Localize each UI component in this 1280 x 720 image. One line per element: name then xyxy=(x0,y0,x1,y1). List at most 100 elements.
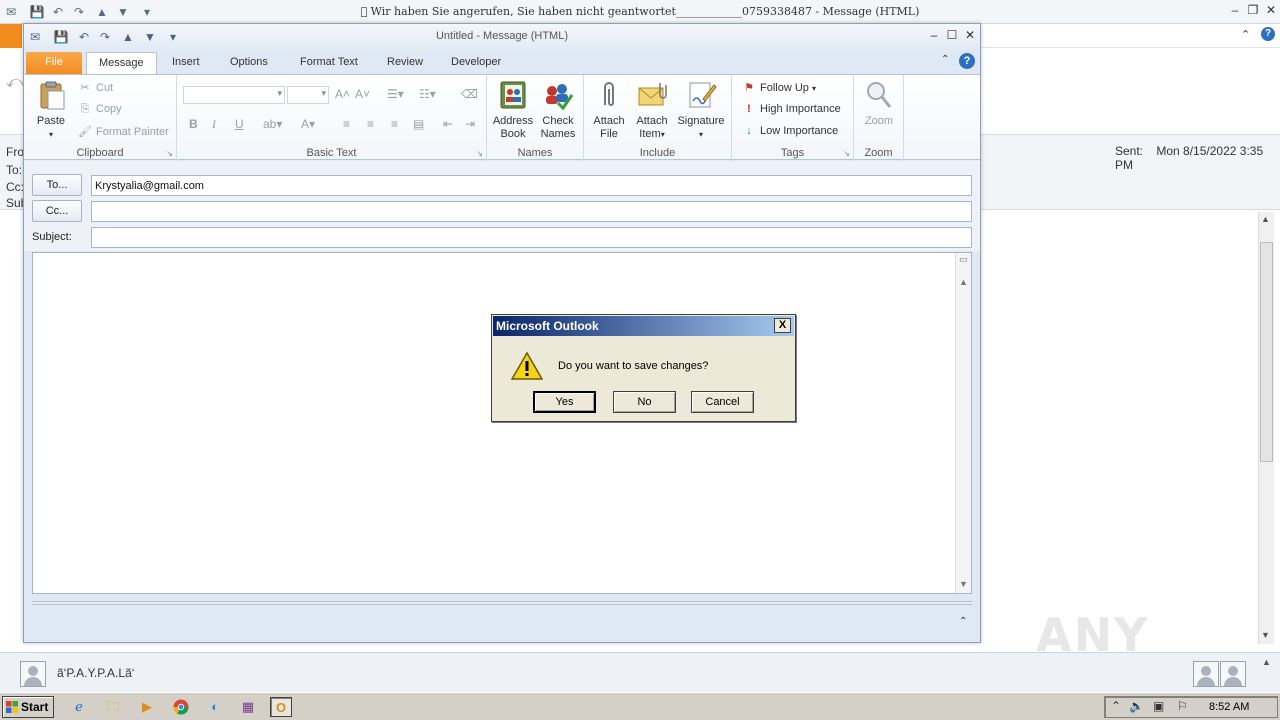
volume-icon[interactable]: 🔈 xyxy=(1129,699,1144,713)
compose-close-icon[interactable]: ✕ xyxy=(961,28,979,42)
align-right-icon[interactable]: ≡ xyxy=(391,117,398,131)
close-icon[interactable]: ✕ xyxy=(1262,3,1280,17)
tab-developer[interactable]: Developer xyxy=(439,52,513,74)
people-pane-toggle-icon[interactable]: ▲ xyxy=(1262,657,1271,667)
restore-icon[interactable]: ❐ xyxy=(1244,3,1262,17)
cancel-button[interactable]: Cancel xyxy=(691,391,754,413)
network-icon[interactable]: ▣ xyxy=(1153,699,1164,713)
copy-button[interactable]: ⎘ Copy xyxy=(78,103,122,116)
basic-text-launcher-icon[interactable]: ↘ xyxy=(476,149,483,158)
signature-button[interactable]: Signature ▾ xyxy=(674,79,728,141)
start-button[interactable]: Start xyxy=(2,696,54,718)
people-avatar-2[interactable] xyxy=(1220,661,1246,687)
dialog-title: Microsoft Outlook xyxy=(496,319,599,333)
minimize-icon[interactable]: – xyxy=(1226,3,1244,17)
follow-up-button[interactable]: ⚑ Follow Up ▾ xyxy=(742,81,816,94)
cc-field[interactable] xyxy=(91,201,972,222)
action-center-flag-icon[interactable]: ⚐ xyxy=(1177,699,1188,713)
to-field[interactable] xyxy=(91,175,972,196)
address-fields: To... Cc... Subject: xyxy=(24,161,980,251)
bold-icon[interactable]: B xyxy=(189,117,198,131)
outlook-taskbar-icon[interactable]: O xyxy=(270,697,292,717)
attach-item-button[interactable]: Attach Item▾ xyxy=(630,79,674,141)
shrink-font-icon[interactable]: A˅ xyxy=(355,87,370,101)
chrome-icon[interactable] xyxy=(170,697,192,717)
tab-format-text[interactable]: Format Text xyxy=(288,52,370,74)
editor-scrollbar[interactable]: ▭ ▲ ▼ xyxy=(955,253,971,593)
collapse-ribbon-icon[interactable]: ⌃ xyxy=(1241,28,1250,41)
to-button[interactable]: To... xyxy=(32,174,82,196)
grow-font-icon[interactable]: A˄ xyxy=(335,87,350,101)
compose-help-icon[interactable]: ? xyxy=(959,53,975,69)
editor-splitter[interactable] xyxy=(32,601,972,605)
winrar-icon[interactable]: ▦ xyxy=(237,697,259,717)
paste-button[interactable]: Paste ▾ xyxy=(30,79,72,141)
scrollbar-thumb[interactable] xyxy=(1260,242,1273,462)
zoom-button[interactable]: Zoom xyxy=(858,79,900,128)
attach-file-label-1: Attach xyxy=(593,115,625,127)
people-avatar-1[interactable] xyxy=(1193,661,1219,687)
help-icon[interactable]: ? xyxy=(1261,27,1275,41)
follow-up-dropdown-icon[interactable]: ▾ xyxy=(812,84,816,93)
compose-minimize-icon[interactable]: – xyxy=(925,28,943,42)
internet-explorer-icon[interactable]: ℯ xyxy=(68,697,90,717)
bullets-icon[interactable]: ☰▾ xyxy=(387,87,404,101)
copy-icon: ⎘ xyxy=(80,103,90,115)
underline-icon[interactable]: U xyxy=(235,117,244,131)
expand-people-pane-icon[interactable]: ⌃ xyxy=(959,616,967,627)
font-name-combo[interactable] xyxy=(183,86,285,104)
cc-button[interactable]: Cc... xyxy=(32,200,82,222)
justify-icon[interactable]: ▤ xyxy=(413,117,424,131)
minimize-ribbon-icon[interactable]: ⌃ xyxy=(941,54,949,65)
tab-insert[interactable]: Insert xyxy=(160,52,212,74)
zoom-group-label: Zoom xyxy=(864,147,893,159)
background-file-tab[interactable] xyxy=(0,24,22,48)
paste-dropdown-icon[interactable]: ▾ xyxy=(49,130,53,139)
yes-button[interactable]: Yes xyxy=(533,391,596,413)
message-body-editor[interactable]: ▭ ▲ ▼ xyxy=(32,252,972,594)
format-painter-button[interactable]: 🖌 Format Painter xyxy=(78,125,169,138)
address-book-button[interactable]: Address Book xyxy=(491,79,535,141)
background-window-title:   Wir haben Sie angerufen, Sie haben nic… xyxy=(360,5,920,18)
background-scrollbar[interactable]: ▲ ▼ xyxy=(1258,212,1274,644)
align-center-icon[interactable]: ≡ xyxy=(367,117,374,131)
dialog-close-button[interactable]: X xyxy=(774,318,791,333)
numbering-icon[interactable]: ☷▾ xyxy=(419,87,436,101)
reply-icon[interactable]: ⤺ xyxy=(6,74,23,92)
attach-item-dropdown-icon[interactable]: ▾ xyxy=(661,130,665,139)
increase-indent-icon[interactable]: ⇥ xyxy=(465,117,475,131)
sent-label: Sent: xyxy=(1115,144,1144,158)
check-names-button[interactable]: Check Names xyxy=(537,79,579,141)
compose-maximize-icon[interactable]: ☐ xyxy=(943,28,961,42)
font-color-icon[interactable]: A▾ xyxy=(301,117,315,131)
tab-message[interactable]: Message xyxy=(86,52,157,75)
sender-avatar[interactable] xyxy=(20,661,46,687)
tray-expand-icon[interactable]: ⌃ xyxy=(1111,699,1121,713)
tab-review[interactable]: Review xyxy=(375,52,435,74)
file-explorer-icon[interactable]: 🗀 xyxy=(102,697,124,717)
highlight-icon[interactable]: ab▾ xyxy=(263,117,282,131)
tags-group-label: Tags xyxy=(780,147,805,159)
attach-file-button[interactable]: Attach File xyxy=(587,79,631,141)
edge-icon[interactable]: ◐ xyxy=(204,697,226,717)
scroll-up-arrow-icon[interactable]: ▲ xyxy=(1261,214,1270,224)
low-importance-button[interactable]: ↓ Low Importance xyxy=(742,125,838,137)
clear-formatting-icon[interactable]: ⌫ xyxy=(461,87,478,101)
font-size-combo[interactable] xyxy=(287,86,329,104)
italic-icon[interactable]: I xyxy=(212,117,216,132)
align-left-icon[interactable]: ≡ xyxy=(343,117,350,131)
tab-file[interactable]: File xyxy=(26,52,82,74)
ruler-toggle-icon[interactable]: ▭ xyxy=(959,254,968,265)
no-button[interactable]: No xyxy=(613,391,676,413)
subject-field[interactable] xyxy=(91,227,972,248)
decrease-indent-icon[interactable]: ⇤ xyxy=(443,117,453,131)
editor-scroll-down-icon[interactable]: ▼ xyxy=(959,579,968,589)
high-importance-button[interactable]: ! High Importance xyxy=(742,103,841,115)
signature-dropdown-icon[interactable]: ▾ xyxy=(699,130,703,139)
cut-button[interactable]: ✂ Cut xyxy=(78,81,113,94)
editor-scroll-up-icon[interactable]: ▲ xyxy=(959,277,968,287)
media-player-icon[interactable]: ▶ xyxy=(136,697,158,717)
clipboard-launcher-icon[interactable]: ↘ xyxy=(166,149,173,158)
tab-options[interactable]: Options xyxy=(218,52,280,74)
tags-launcher-icon[interactable]: ↘ xyxy=(843,149,850,158)
